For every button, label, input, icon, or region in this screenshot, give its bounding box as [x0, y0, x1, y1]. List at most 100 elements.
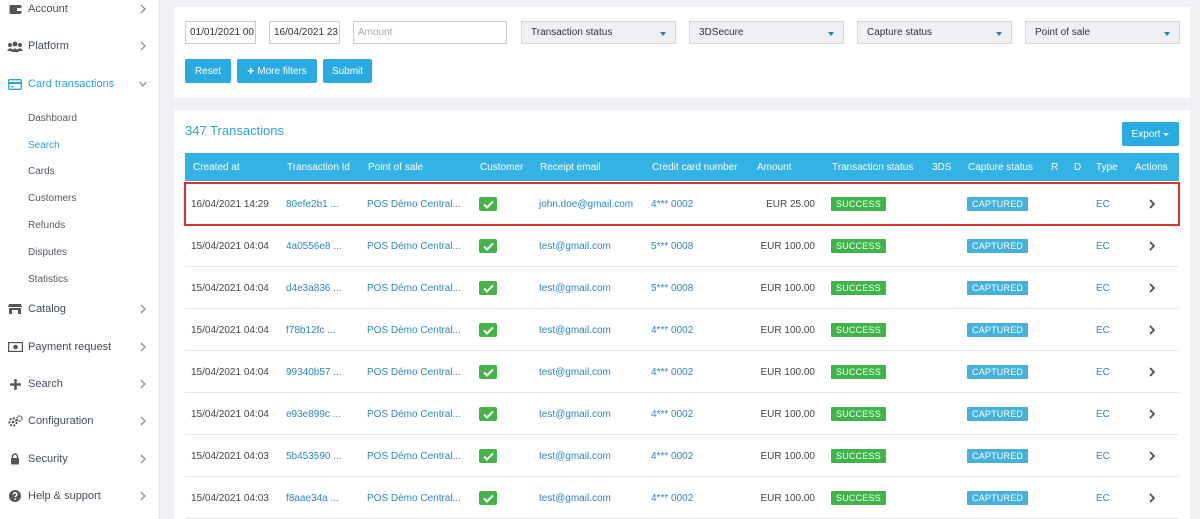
check-icon[interactable] [479, 197, 497, 211]
table-row[interactable]: 15/04/2021 04:04 d4e3a836 ... POS Démo Cen… [185, 267, 1179, 309]
row-details-chevron-icon[interactable] [1148, 393, 1156, 435]
table-row[interactable]: 15/04/2021 04:03 5b453590 ... POS Démo Cen… [185, 435, 1179, 477]
col-amount[interactable]: Amount [757, 153, 791, 181]
check-icon[interactable] [479, 407, 497, 421]
row-details-chevron-icon[interactable] [1148, 267, 1156, 309]
cell-credit-card-link[interactable]: 4*** 0002 [651, 393, 693, 435]
sidebar-item-search[interactable]: Search [0, 372, 160, 396]
col-created-at[interactable]: Created at [193, 153, 240, 181]
table-row[interactable]: 15/04/2021 04:04 99340b57 ... POS Démo Cen… [185, 351, 1179, 393]
col-transaction-status[interactable]: Transaction status [832, 153, 913, 181]
3dsecure-select[interactable]: 3DSecure [689, 21, 844, 44]
sub-item-refunds[interactable]: Refunds [28, 216, 65, 234]
sub-item-statistics[interactable]: Statistics [28, 270, 68, 288]
sub-item-customers[interactable]: Customers [28, 189, 76, 207]
check-icon[interactable] [479, 323, 497, 337]
cell-receipt-email-link[interactable]: test@gmail.com [539, 351, 611, 393]
row-details-chevron-icon[interactable] [1148, 225, 1156, 267]
col-customer[interactable]: Customer [480, 153, 523, 181]
reset-button[interactable]: Reset [185, 59, 231, 83]
more-filters-button[interactable]: + More filters [237, 59, 317, 83]
sidebar-item-help-support[interactable]: Help & support [0, 484, 160, 508]
cell-type-link[interactable]: EC [1096, 393, 1110, 435]
transaction-status-select[interactable]: Transaction status [521, 21, 676, 44]
col-credit-card-number[interactable]: Credit card number [652, 153, 738, 181]
cell-transaction-id-link[interactable]: 80efe2b1 ... [286, 183, 339, 225]
cell-point-of-sale-link[interactable]: POS Démo Central... [367, 435, 461, 477]
capture-status-select[interactable]: Capture status [857, 21, 1012, 44]
cell-credit-card-link[interactable]: 4*** 0002 [651, 351, 693, 393]
sub-item-disputes[interactable]: Disputes [28, 243, 67, 261]
export-button[interactable]: Export [1122, 122, 1179, 146]
cell-transaction-id-link[interactable]: d4e3a836 ... [286, 267, 342, 309]
sidebar-item-card-transactions[interactable]: Card transactions [0, 72, 160, 96]
table-row[interactable]: 15/04/2021 04:04 4a0556e8 ... POS Démo Cen… [185, 225, 1179, 267]
cell-credit-card-link[interactable]: 5*** 0008 [651, 267, 693, 309]
col-transaction-id[interactable]: Transaction Id [287, 153, 350, 181]
sidebar-item-catalog[interactable]: Catalog [0, 297, 160, 321]
cell-type-link[interactable]: EC [1096, 351, 1110, 393]
col-3ds[interactable]: 3DS [932, 153, 951, 181]
cell-point-of-sale-link[interactable]: POS Démo Central... [367, 183, 461, 225]
col-r[interactable]: R [1051, 153, 1058, 181]
cell-point-of-sale-link[interactable]: POS Démo Central... [367, 393, 461, 435]
check-icon[interactable] [479, 491, 497, 505]
cell-transaction-id-link[interactable]: f8aae34a ... [286, 477, 339, 519]
col-capture-status[interactable]: Capture status [968, 153, 1033, 181]
cell-transaction-id-link[interactable]: 5b453590 ... [286, 435, 342, 477]
cell-type-link[interactable]: EC [1096, 225, 1110, 267]
cell-receipt-email-link[interactable]: test@gmail.com [539, 393, 611, 435]
cell-point-of-sale-link[interactable]: POS Démo Central... [367, 351, 461, 393]
row-details-chevron-icon[interactable] [1148, 351, 1156, 393]
date-from-input[interactable]: 01/01/2021 00: [185, 21, 256, 44]
cell-type-link[interactable]: EC [1096, 309, 1110, 351]
table-row[interactable]: 15/04/2021 04:04 f78b12fc ... POS Démo Cen… [185, 309, 1179, 351]
sub-item-cards[interactable]: Cards [28, 162, 55, 180]
cell-type-link[interactable]: EC [1096, 267, 1110, 309]
row-details-chevron-icon[interactable] [1148, 183, 1156, 225]
cell-point-of-sale-link[interactable]: POS Démo Central... [367, 309, 461, 351]
cell-point-of-sale-link[interactable]: POS Démo Central... [367, 267, 461, 309]
table-row[interactable]: 16/04/2021 14:29 80efe2b1 ... POS Démo Cen… [184, 182, 1180, 226]
submit-button[interactable]: Submit [323, 59, 372, 83]
check-icon[interactable] [479, 365, 497, 379]
cell-transaction-id-link[interactable]: f78b12fc ... [286, 309, 335, 351]
check-icon[interactable] [479, 281, 497, 295]
row-details-chevron-icon[interactable] [1148, 477, 1156, 519]
cell-transaction-id-link[interactable]: e93e899c ... [286, 393, 341, 435]
cell-credit-card-link[interactable]: 4*** 0002 [651, 435, 693, 477]
sub-item-search[interactable]: Search [28, 136, 60, 154]
date-to-input[interactable]: 16/04/2021 23: [269, 21, 340, 44]
point-of-sale-select[interactable]: Point of sale [1025, 21, 1180, 44]
cell-credit-card-link[interactable]: 4*** 0002 [651, 183, 693, 225]
col-d[interactable]: D [1074, 153, 1081, 181]
cell-receipt-email-link[interactable]: john.doe@gmail.com [539, 183, 633, 225]
cell-receipt-email-link[interactable]: test@gmail.com [539, 435, 611, 477]
cell-point-of-sale-link[interactable]: POS Démo Central... [367, 225, 461, 267]
cell-receipt-email-link[interactable]: test@gmail.com [539, 309, 611, 351]
sidebar-item-payment-request[interactable]: Payment request [0, 335, 160, 359]
row-details-chevron-icon[interactable] [1148, 309, 1156, 351]
table-row[interactable]: 15/04/2021 04:04 e93e899c ... POS Démo Cen… [185, 393, 1179, 435]
cell-receipt-email-link[interactable]: test@gmail.com [539, 267, 611, 309]
cell-point-of-sale-link[interactable]: POS Démo Central... [367, 477, 461, 519]
row-details-chevron-icon[interactable] [1148, 435, 1156, 477]
cell-credit-card-link[interactable]: 5*** 0008 [651, 225, 693, 267]
sidebar-item-configuration[interactable]: Configuration [0, 409, 160, 433]
cell-transaction-id-link[interactable]: 4a0556e8 ... [286, 225, 342, 267]
cell-type-link[interactable]: EC [1096, 435, 1110, 477]
cell-type-link[interactable]: EC [1096, 477, 1110, 519]
sidebar-item-platform[interactable]: Platform [0, 34, 160, 58]
sub-item-dashboard[interactable]: Dashboard [28, 109, 77, 127]
check-icon[interactable] [479, 239, 497, 253]
check-icon[interactable] [479, 449, 497, 463]
cell-receipt-email-link[interactable]: test@gmail.com [539, 477, 611, 519]
col-receipt-email[interactable]: Receipt email [540, 153, 601, 181]
cell-type-link[interactable]: EC [1096, 183, 1110, 225]
col-point-of-sale[interactable]: Point of sale [368, 153, 423, 181]
cell-transaction-id-link[interactable]: 99340b57 ... [286, 351, 342, 393]
amount-input[interactable]: Amount [353, 21, 507, 44]
cell-receipt-email-link[interactable]: test@gmail.com [539, 225, 611, 267]
col-type[interactable]: Type [1096, 153, 1118, 181]
cell-credit-card-link[interactable]: 4*** 0002 [651, 477, 693, 519]
